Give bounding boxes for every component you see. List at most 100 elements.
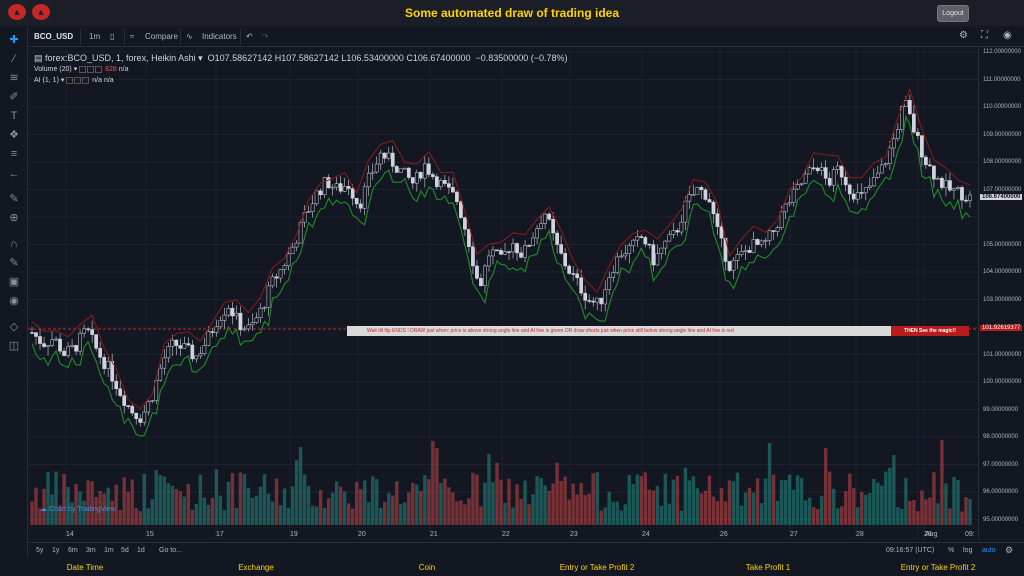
- volume-bar: [290, 486, 295, 525]
- range-5d[interactable]: 5d: [121, 547, 129, 554]
- legend-dropdown-icon[interactable]: ▾: [198, 53, 203, 63]
- volume-study-label[interactable]: Volume (20): [34, 66, 72, 73]
- interval-button[interactable]: 1m: [89, 32, 100, 41]
- percent-toggle[interactable]: %: [948, 547, 954, 554]
- legend-collapse-icon[interactable]: ▤: [34, 53, 43, 63]
- zoom-icon[interactable]: ⊕: [6, 211, 22, 225]
- volume-bar: [318, 489, 323, 525]
- volume-bar: [242, 474, 247, 525]
- trash-icon[interactable]: ◫: [6, 339, 22, 353]
- eye-icon[interactable]: ◉: [6, 294, 22, 308]
- crosshair-icon[interactable]: ✚: [6, 33, 22, 47]
- volume-bar: [755, 478, 760, 525]
- range-3m[interactable]: 3m: [86, 547, 96, 554]
- study-visibility-icon[interactable]: [66, 76, 74, 84]
- log-toggle[interactable]: log: [963, 547, 972, 554]
- candle-body: [507, 251, 511, 253]
- indicators-button[interactable]: Indicators: [202, 32, 237, 41]
- study-close-icon[interactable]: [95, 65, 103, 73]
- study-settings-icon[interactable]: [87, 65, 95, 73]
- candlestick-chart[interactable]: [28, 47, 978, 540]
- candle-body: [551, 219, 555, 234]
- candle-body: [471, 246, 475, 267]
- candle-body: [499, 250, 503, 255]
- candle-body: [58, 338, 62, 352]
- magnet-icon[interactable]: ∩: [6, 237, 22, 251]
- time-axis[interactable]: 14 15 17 19 20 21 22 23 24 26 27 28 29 Aug 09:: [28, 530, 978, 542]
- study-visibility-icon[interactable]: [79, 65, 87, 73]
- candle-body: [294, 242, 299, 248]
- volume-bar: [379, 507, 383, 525]
- redo-icon[interactable]: ↷: [262, 32, 269, 41]
- candle-body: [807, 167, 812, 175]
- range-5y[interactable]: 5y: [36, 547, 43, 554]
- volume-bar: [342, 491, 347, 525]
- volume-bar: [547, 490, 551, 525]
- legend-symbol[interactable]: forex:BCO_USD, 1, forex, Heikin Ashi: [45, 53, 196, 63]
- brush-icon[interactable]: ✐: [6, 90, 22, 104]
- goto-button[interactable]: Go to...: [159, 547, 182, 554]
- settings-icon[interactable]: ⚙: [959, 30, 968, 41]
- volume-bar: [447, 487, 451, 525]
- fib-tool-icon[interactable]: ≋: [6, 71, 22, 85]
- study-dropdown-icon[interactable]: ▾: [74, 66, 78, 73]
- auto-toggle[interactable]: auto: [982, 547, 996, 554]
- candle-body: [194, 355, 199, 360]
- study-dropdown-icon[interactable]: ▾: [61, 77, 65, 84]
- volume-bar: [326, 498, 331, 525]
- pattern-icon[interactable]: ❖: [6, 128, 22, 142]
- footer-entry-tp2-b: Entry or Take Profit 2: [900, 563, 976, 572]
- chart-style-icon[interactable]: ▯: [110, 32, 114, 41]
- ruler-icon[interactable]: ✎: [6, 192, 22, 206]
- camera-icon[interactable]: ◉: [1003, 30, 1012, 41]
- layers-icon[interactable]: ◇: [6, 320, 22, 334]
- price-tick-label: 96.00000000: [983, 489, 1019, 495]
- toolbar-divider: [180, 29, 181, 45]
- volume-ma-value: n/a: [118, 66, 129, 73]
- price-chart[interactable]: [28, 47, 978, 540]
- candle-body: [875, 172, 880, 178]
- ai-study-label[interactable]: AI (1, 1): [34, 77, 59, 84]
- volume-bar: [543, 485, 547, 525]
- price-axis[interactable]: 112.00000000 111.00000000 110.00000000 109.…: [978, 47, 1024, 540]
- candle-body: [547, 213, 551, 220]
- text-tool-icon[interactable]: T: [6, 109, 22, 123]
- range-1m[interactable]: 1m: [104, 547, 114, 554]
- volume-bar: [896, 507, 900, 525]
- volume-bar: [832, 488, 836, 525]
- utc-clock[interactable]: 09:16:57 (UTC): [886, 547, 934, 554]
- volume-bar: [567, 499, 571, 525]
- candle-body: [871, 176, 876, 187]
- study-settings-icon[interactable]: [74, 76, 82, 84]
- symbol-search[interactable]: BCO_USD: [34, 32, 73, 41]
- trend-line-icon[interactable]: ∕: [6, 52, 22, 66]
- undo-icon[interactable]: ↶: [246, 32, 253, 41]
- candle-body: [920, 135, 924, 158]
- volume-bar: [587, 493, 591, 525]
- compare-icon[interactable]: ≈: [130, 32, 134, 41]
- volume-bar: [330, 492, 335, 525]
- settings-icon[interactable]: ⚙: [1005, 545, 1013, 556]
- candle-body: [659, 247, 664, 254]
- range-1d[interactable]: 1d: [137, 547, 145, 554]
- price-tick-label: 99.00000000: [983, 406, 1019, 413]
- candle-body: [254, 317, 259, 324]
- volume-bar: [932, 472, 936, 525]
- tradingview-watermark[interactable]: ☁ Chart by TradingView: [40, 505, 116, 513]
- prediction-icon[interactable]: ≡: [6, 147, 22, 161]
- candle-body: [583, 292, 588, 301]
- candle-body: [571, 273, 576, 275]
- fullscreen-icon[interactable]: ⛶: [981, 30, 988, 41]
- back-arrow-icon[interactable]: ←: [6, 167, 22, 181]
- volume-bar: [142, 473, 146, 525]
- indicators-icon[interactable]: ∿: [186, 32, 193, 41]
- lock-drawing-icon[interactable]: ✎: [6, 256, 22, 270]
- study-close-icon[interactable]: [82, 76, 90, 84]
- candle-body: [795, 184, 800, 190]
- lock-icon[interactable]: ▣: [6, 275, 22, 289]
- range-1y[interactable]: 1y: [52, 547, 59, 554]
- compare-button[interactable]: Compare: [145, 32, 178, 41]
- range-6m[interactable]: 6m: [68, 547, 78, 554]
- logout-button[interactable]: Logout: [937, 5, 969, 22]
- volume-bar: [202, 497, 207, 525]
